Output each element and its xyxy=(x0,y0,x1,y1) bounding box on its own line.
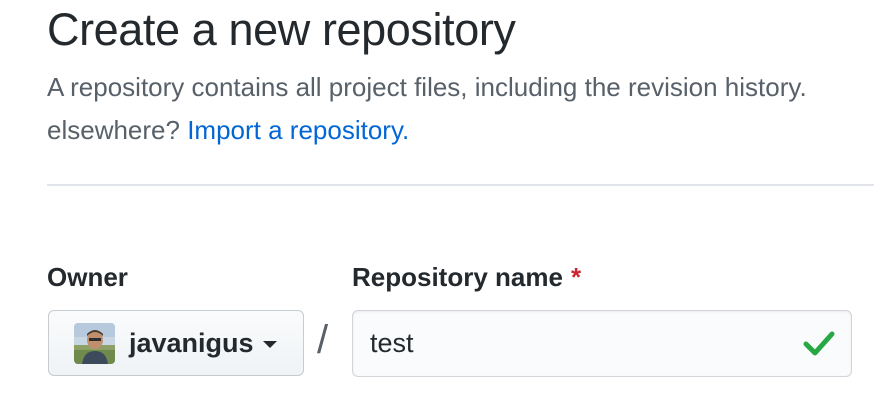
chevron-down-icon xyxy=(262,341,277,348)
description-line-1: A repository contains all project files,… xyxy=(47,72,807,102)
repository-name-field xyxy=(352,310,852,377)
import-repository-link[interactable]: Import a repository. xyxy=(187,115,409,145)
page-description: A repository contains all project files,… xyxy=(47,66,874,152)
section-divider xyxy=(47,184,874,186)
required-marker: * xyxy=(570,262,582,292)
owner-select-button[interactable]: javanigus xyxy=(48,310,304,376)
repository-name-label: Repository name * xyxy=(352,262,581,293)
checkmark-icon xyxy=(803,331,835,356)
owner-repo-separator: / xyxy=(317,318,329,362)
repository-name-input[interactable] xyxy=(353,311,783,376)
repository-name-label-text: Repository name xyxy=(352,262,563,292)
owner-name: javanigus xyxy=(129,327,254,358)
description-prefix: elsewhere? xyxy=(47,115,188,145)
avatar xyxy=(74,322,115,364)
page-title: Create a new repository xyxy=(47,4,516,55)
owner-label: Owner xyxy=(47,262,128,292)
description-line-2: elsewhere? Import a repository. xyxy=(47,109,874,152)
